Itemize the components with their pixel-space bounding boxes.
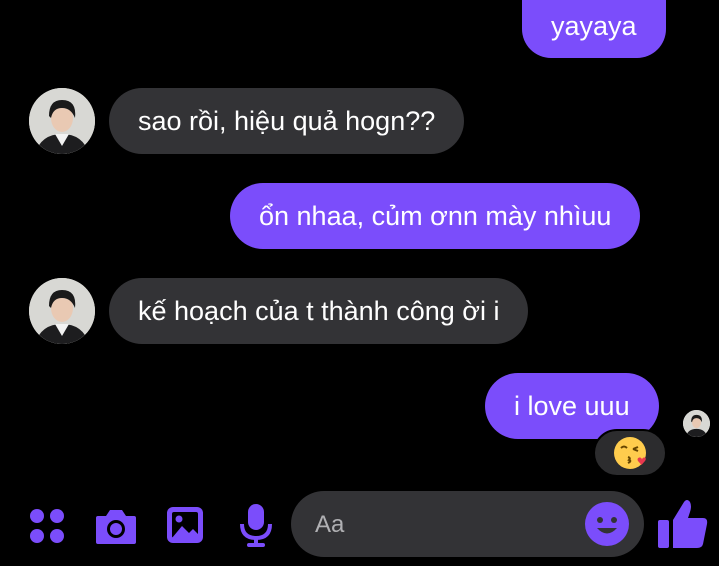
message-text: kế hoạch của t thành công ời i xyxy=(138,295,500,326)
message-input[interactable] xyxy=(313,491,577,559)
message-bubble-outgoing[interactable]: yayaya xyxy=(522,0,666,58)
smiley-icon[interactable] xyxy=(584,501,630,547)
camera-icon[interactable] xyxy=(94,506,138,546)
message-text: yayaya xyxy=(551,10,637,41)
message-text: sao rồi, hiệu quả hogn?? xyxy=(138,105,436,136)
microphone-icon[interactable] xyxy=(238,502,274,548)
message-bubble-incoming[interactable]: sao rồi, hiệu quả hogn?? xyxy=(109,88,465,154)
gallery-icon[interactable] xyxy=(165,505,205,545)
seen-indicator-avatar xyxy=(683,410,710,437)
message-bubble-incoming[interactable]: kế hoạch của t thành công ời i xyxy=(109,278,529,344)
thumbs-up-icon[interactable] xyxy=(656,496,710,552)
contact-avatar[interactable] xyxy=(29,278,95,344)
contact-avatar[interactable] xyxy=(29,88,95,154)
apps-menu-icon[interactable] xyxy=(29,508,65,544)
message-text: i love uuu xyxy=(514,390,630,421)
message-bubble-outgoing[interactable]: ổn nhaa, củm ơnn mày nhìuu xyxy=(230,183,641,249)
kissing-face-emoji-icon xyxy=(614,437,646,469)
message-composer[interactable] xyxy=(291,491,644,559)
message-reaction[interactable] xyxy=(593,429,667,477)
message-text: ổn nhaa, củm ơnn mày nhìuu xyxy=(259,200,612,231)
